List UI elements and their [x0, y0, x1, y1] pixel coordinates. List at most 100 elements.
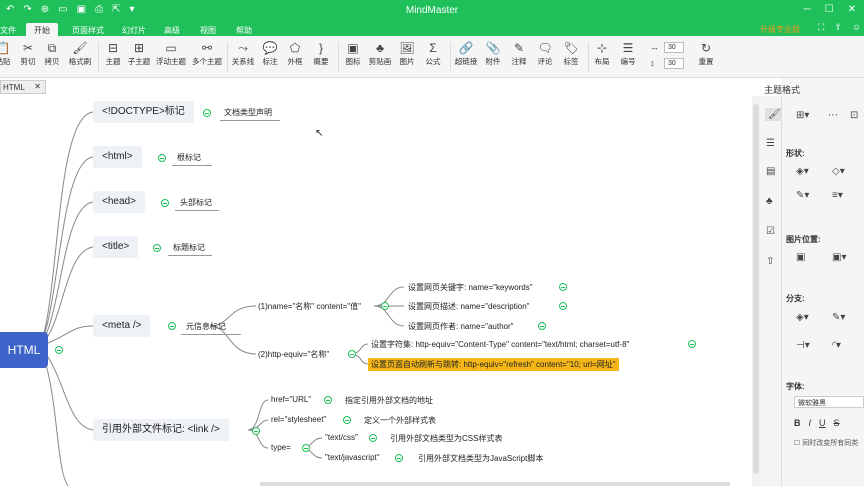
collapse-toggle[interactable]	[395, 454, 403, 462]
extra-style-icon[interactable]: ⊡	[850, 110, 858, 121]
layout-style-icon[interactable]: ⊞▾	[796, 110, 809, 121]
collapse-toggle[interactable]	[381, 302, 389, 310]
collapse-toggle[interactable]	[161, 199, 169, 207]
reset-button[interactable]: ↻ 重置	[694, 40, 718, 67]
summary-button[interactable]: } 概要	[310, 40, 332, 67]
collapse-toggle[interactable]	[55, 346, 63, 354]
horizontal-scrollbar[interactable]	[260, 482, 730, 486]
topic-head[interactable]: <head>	[93, 191, 145, 213]
collapse-toggle[interactable]	[688, 340, 696, 348]
link-type[interactable]: type=	[271, 443, 291, 452]
bold-button[interactable]: B	[794, 418, 801, 428]
topic-doctype[interactable]: <!DOCTYPE>标记	[93, 101, 194, 123]
meta-charset[interactable]: 设置字符集: http-equiv="Content-Type" content…	[371, 339, 629, 350]
root-topic[interactable]: HTML	[0, 332, 48, 368]
export-panel-icon[interactable]: ⇧	[766, 256, 774, 267]
font-select[interactable]: 微软雅黑	[794, 396, 864, 408]
meta-name-branch[interactable]: (1)name="名称" content="值"	[258, 301, 361, 312]
cut-button[interactable]: ✂ 剪切	[18, 40, 38, 67]
topic-html[interactable]: <html>	[93, 146, 142, 168]
style-more-icon[interactable]: ⋯	[828, 110, 838, 121]
collapse-toggle[interactable]	[369, 434, 377, 442]
link-type-js-desc[interactable]: 引用外部文档类型为JavaScript脚本	[418, 453, 543, 464]
link-type-css[interactable]: "text/css"	[325, 433, 358, 442]
collapse-toggle[interactable]	[559, 283, 567, 291]
image-right-icon[interactable]: ▣▾	[832, 252, 846, 263]
collapse-toggle[interactable]	[252, 427, 260, 435]
curve-style-icon[interactable]: ◜▾	[832, 340, 841, 351]
sync-all-option[interactable]: ☐ 同时改变所有同类	[794, 438, 858, 448]
close-tab-icon[interactable]: ✕	[34, 82, 41, 91]
relationship-button[interactable]: ⤳ 关系线	[230, 40, 256, 67]
note-button[interactable]: ✎ 注释	[508, 40, 530, 67]
close-icon[interactable]: ✕	[848, 4, 856, 15]
share-icon[interactable]: ⇪	[834, 22, 842, 33]
topic-doctype-desc[interactable]: 文档类型声明	[224, 107, 272, 118]
tab-file[interactable]: 文件	[0, 23, 24, 36]
clipart-button[interactable]: ♣ 剪贴画	[366, 40, 394, 67]
image-left-icon[interactable]: ▣	[796, 252, 805, 263]
collapse-toggle[interactable]	[348, 350, 356, 358]
topic-title-desc[interactable]: 标题标记	[173, 242, 205, 253]
collapse-toggle[interactable]	[302, 444, 310, 452]
topic-html-desc[interactable]: 根标记	[177, 152, 201, 163]
sync-checkbox[interactable]: ☐	[794, 440, 800, 447]
callout-button[interactable]: 💬 标注	[260, 40, 280, 67]
boundary-button[interactable]: ⬠ 外框	[284, 40, 306, 67]
image-button[interactable]: 🖼 图片	[396, 40, 418, 67]
numbering-button[interactable]: ☰ 编号	[616, 40, 640, 67]
collapse-toggle[interactable]	[559, 302, 567, 310]
tab-advanced[interactable]: 高级	[156, 23, 188, 36]
mindmap-canvas[interactable]: <!DOCTYPE>标记 文档类型声明 <html> 根标记 <head> 头部…	[0, 96, 752, 486]
collapse-toggle[interactable]	[203, 109, 211, 117]
underline-button[interactable]: U	[819, 418, 826, 428]
vertical-scrollbar[interactable]	[752, 96, 760, 486]
topic-meta-desc[interactable]: 元信息标记	[186, 321, 226, 332]
topic-head-desc[interactable]: 头部标记	[180, 197, 212, 208]
link-href-desc[interactable]: 指定引用外部文档的地址	[345, 395, 433, 406]
icon-button[interactable]: ▣ 图标	[342, 40, 364, 67]
link-rel[interactable]: rel="stylesheet"	[271, 415, 326, 424]
meta-keywords[interactable]: 设置网页关键字: name="keywords"	[408, 282, 533, 293]
collapse-toggle[interactable]	[158, 154, 166, 162]
collapse-toggle[interactable]	[324, 396, 332, 404]
tab-help[interactable]: 帮助	[228, 23, 260, 36]
clipart-panel-icon[interactable]: ♣	[766, 196, 773, 207]
topic-format-icon[interactable]: 🖌	[765, 108, 784, 121]
tab-slideshow[interactable]: 幻灯片	[114, 23, 154, 36]
layout-button[interactable]: ⊹ 布局	[590, 40, 614, 67]
outline-icon[interactable]: ☰	[766, 138, 775, 149]
collapse-toggle[interactable]	[538, 322, 546, 330]
italic-button[interactable]: I	[809, 418, 812, 428]
branch-fill-icon[interactable]: ◈▾	[796, 312, 809, 323]
tag-button[interactable]: 🏷 标签	[560, 40, 582, 67]
fill-color-icon[interactable]: ◈▾	[796, 166, 809, 177]
topic-button[interactable]: ⊟ 主题	[102, 40, 124, 67]
minimize-icon[interactable]: ─	[804, 4, 811, 15]
tab-page-style[interactable]: 页面样式	[64, 23, 112, 36]
clipboard-icon[interactable]: ▤	[766, 166, 775, 177]
multi-topic-button[interactable]: ⚯ 多个主题	[190, 40, 224, 67]
collapse-toggle[interactable]	[343, 416, 351, 424]
border-color-icon[interactable]: ✎▾	[796, 190, 809, 201]
strikethrough-button[interactable]: S	[834, 418, 840, 428]
meta-description[interactable]: 设置网页描述: name="description"	[408, 301, 530, 312]
hyperlink-button[interactable]: 🔗 超链接	[452, 40, 480, 67]
link-type-css-desc[interactable]: 引用外部文档类型为CSS样式表	[390, 433, 502, 444]
meta-refresh-selected[interactable]: 设置页面自动刷新与跳转: http-equiv="refresh" conten…	[368, 358, 619, 371]
link-type-js[interactable]: "text/javascript"	[325, 453, 380, 462]
topic-meta[interactable]: <meta />	[93, 315, 151, 337]
tab-home[interactable]: 开始	[26, 23, 58, 36]
link-href[interactable]: href="URL"	[271, 395, 311, 404]
paste-button[interactable]: 📋粘贴	[0, 40, 12, 67]
shape-icon[interactable]: ◇▾	[832, 166, 845, 177]
maximize-icon[interactable]: ☐	[825, 4, 834, 15]
meta-http-branch[interactable]: (2)http-equiv="名称"	[258, 349, 329, 360]
connector-style-icon[interactable]: ⊣▾	[796, 340, 810, 351]
upgrade-link[interactable]: 升级专业版	[760, 22, 800, 35]
task-icon[interactable]: ☑	[766, 226, 775, 237]
branch-color-icon[interactable]: ✎▾	[832, 312, 845, 323]
user-icon[interactable]: ☺	[852, 22, 861, 33]
floating-topic-button[interactable]: ▭ 浮动主题	[154, 40, 188, 67]
document-tab[interactable]: HTML ✕	[0, 80, 46, 94]
